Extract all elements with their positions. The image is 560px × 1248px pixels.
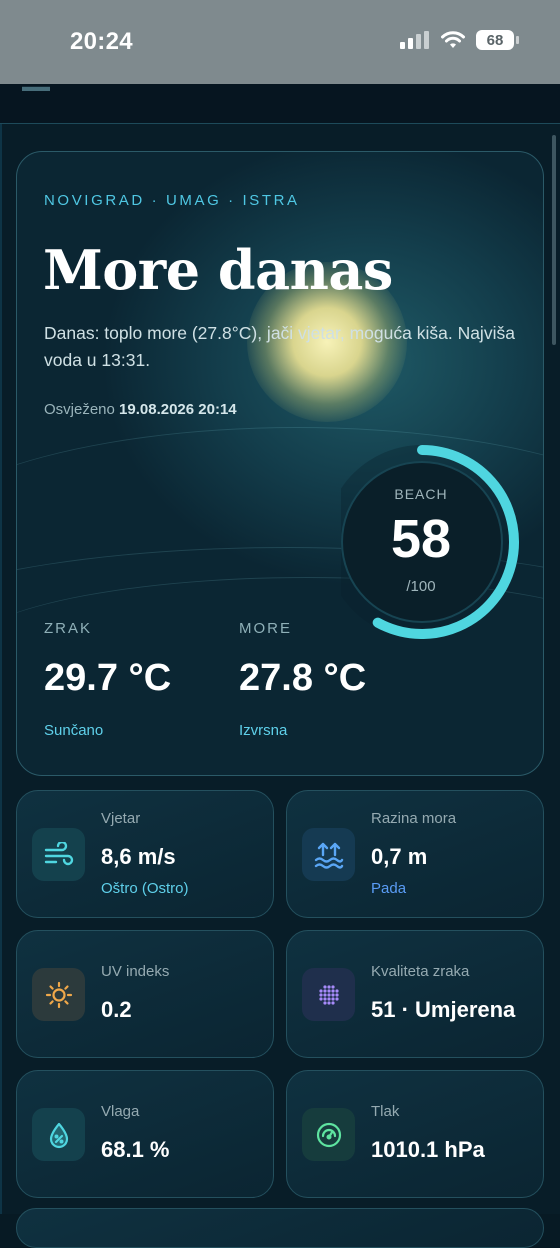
humidity-drop-icon [32,1108,85,1161]
sea-condition: Izvrsna [239,722,288,739]
air-quality-tile[interactable]: Kvaliteta zraka 51 · Umjerena [286,930,544,1058]
sea-temperature: MORE 27.8 °C Izvrsna [239,620,366,739]
uv-sun-icon [32,968,85,1021]
battery-indicator: 68 [476,30,519,50]
sea-value: 27.8 °C [239,657,367,699]
hero-card: NOVIGRAD · UMAG · ISTRA More danas Danas… [16,151,544,776]
system-icons: 68 [400,30,519,50]
last-updated-value: 19.08.2026 20:14 [119,401,237,418]
scrollbar-thumb[interactable] [552,135,556,345]
air-quality-value: 51 · Umjerena [371,997,516,1022]
uv-tile[interactable]: UV indeks 0.2 [16,930,274,1058]
cellular-signal-icon [400,31,429,49]
sea-level-value: 0,7 m [371,844,428,869]
logo-icon: ▬▬ [22,78,50,94]
wind-direction: Oštro (Ostro) [101,880,189,897]
last-updated-label: Osvježeno [44,401,115,418]
score-value: 58 [390,509,452,569]
air-value: 29.7 °C [44,657,172,699]
air-quality-label: Kvaliteta zraka [371,963,470,980]
day-summary: Danas: toplo more (27.8°C), jači vjetar,… [44,323,515,370]
app-header: ▬▬ [0,78,560,124]
wifi-icon [441,31,465,48]
humidity-tile[interactable]: Vlaga 68.1 % [16,1070,274,1198]
sea-level-label: Razina mora [371,810,457,827]
sea-level-trend: Pada [371,880,407,897]
wind-value: 8,6 m/s [101,844,176,869]
status-time: 20:24 [70,28,133,55]
score-max: /100 [406,578,436,595]
air-condition: Sunčano [44,722,104,739]
air-temperature: ZRAK 29.7 °C Sunčano [44,620,171,739]
wind-tile[interactable]: Vjetar 8,6 m/s Oštro (Ostro) [16,790,274,918]
air-quality-icon [302,968,355,1021]
uv-value: 0.2 [101,997,132,1022]
pressure-gauge-icon [302,1108,355,1161]
pressure-label: Tlak [371,1103,400,1120]
pressure-tile[interactable]: Tlak 1010.1 hPa [286,1070,544,1198]
status-bar: 20:24 68 [0,0,560,84]
wind-label: Vjetar [101,810,141,827]
humidity-label: Vlaga [101,1103,140,1120]
pressure-value: 1010.1 hPa [371,1137,485,1162]
sea-label: MORE [239,620,292,637]
location-label: NOVIGRAD · UMAG · ISTRA [44,192,300,209]
humidity-value: 68.1 % [101,1137,170,1162]
last-updated: Osvježeno 19.08.2026 20:14 [44,401,237,418]
wind-icon [32,828,85,881]
uv-label: UV indeks [101,963,170,980]
score-label: BEACH [394,486,448,502]
sea-level-icon [302,828,355,881]
battery-level: 68 [486,31,504,49]
air-label: ZRAK [44,620,93,637]
next-card [16,1208,544,1248]
page-title: More danas [43,238,393,302]
sea-level-tile[interactable]: Razina mora 0,7 m Pada [286,790,544,918]
